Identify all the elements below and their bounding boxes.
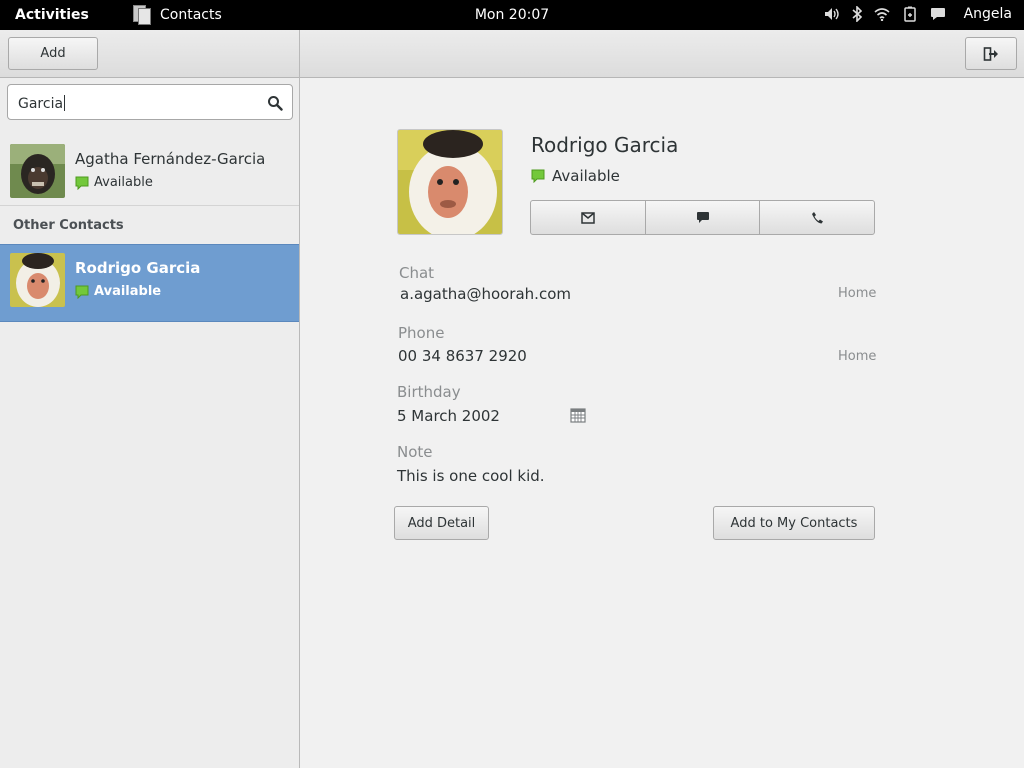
contacts-app-icon [133,5,151,25]
add-to-my-contacts-button[interactable]: Add to My Contacts [713,506,875,540]
section-header: Other Contacts [13,218,124,233]
contact-status: Available [75,284,161,299]
available-icon [531,169,545,183]
activities-button[interactable]: Activities [15,7,89,23]
phone-icon [811,212,823,224]
calendar-icon[interactable] [570,408,586,427]
search-icon[interactable] [267,95,283,115]
contact-list-item[interactable]: Agatha Fernández-Garcia Available [0,136,299,206]
leave-icon[interactable] [965,37,1017,70]
search-input[interactable]: Garcia [7,84,293,120]
birthday-field-value[interactable]: 5 March 2002 [397,407,500,425]
phone-field-type: Home [838,349,877,364]
volume-icon[interactable] [824,7,840,21]
contact-list-item-selected[interactable]: Rodrigo Garcia Available [0,244,299,322]
chat-bubble-icon [696,212,709,223]
call-button[interactable] [760,201,874,234]
status-text: Available [94,175,153,190]
note-field-label: Note [397,443,433,461]
chat-icon[interactable] [930,7,946,21]
wifi-icon[interactable] [874,7,890,21]
system-tray: Angela [824,6,1012,22]
contact-detail-name[interactable]: Rodrigo Garcia [531,133,678,157]
phone-field-value[interactable]: 00 34 8637 2920 [398,347,527,365]
mail-icon [581,211,595,224]
status-text: Available [552,167,620,185]
available-icon [75,285,89,299]
battery-icon[interactable] [902,6,918,22]
contact-detail-status: Available [531,167,620,185]
app-menu[interactable]: Contacts [133,5,222,25]
user-menu[interactable]: Angela [964,6,1012,22]
contact-actions [530,200,875,235]
available-icon [75,176,89,190]
add-detail-button[interactable]: Add Detail [394,506,489,540]
phone-field-label: Phone [398,324,445,342]
contact-photo[interactable] [397,129,503,235]
note-field-value[interactable]: This is one cool kid. [397,467,545,485]
status-text: Available [94,284,162,299]
contact-name: Agatha Fernández-Garcia [75,150,266,168]
header-toolbar: Add [0,30,1024,78]
avatar [10,144,65,198]
send-email-button[interactable] [531,201,646,234]
contact-name: Rodrigo Garcia [75,259,201,277]
app-name: Contacts [160,7,222,23]
chat-field-value[interactable]: a.agatha@hoorah.com [400,285,571,303]
avatar [10,253,65,307]
add-contact-button[interactable]: Add [8,37,98,70]
bluetooth-icon[interactable] [852,6,862,22]
search-text: Garcia [18,96,64,112]
top-panel: Activities Contacts Mon 20:07 Angela [0,0,1024,30]
chat-field-label: Chat [399,264,435,282]
chat-field-type: Home [838,286,877,301]
birthday-field-label: Birthday [397,383,461,401]
contact-status: Available [75,175,153,190]
start-chat-button[interactable] [646,201,761,234]
